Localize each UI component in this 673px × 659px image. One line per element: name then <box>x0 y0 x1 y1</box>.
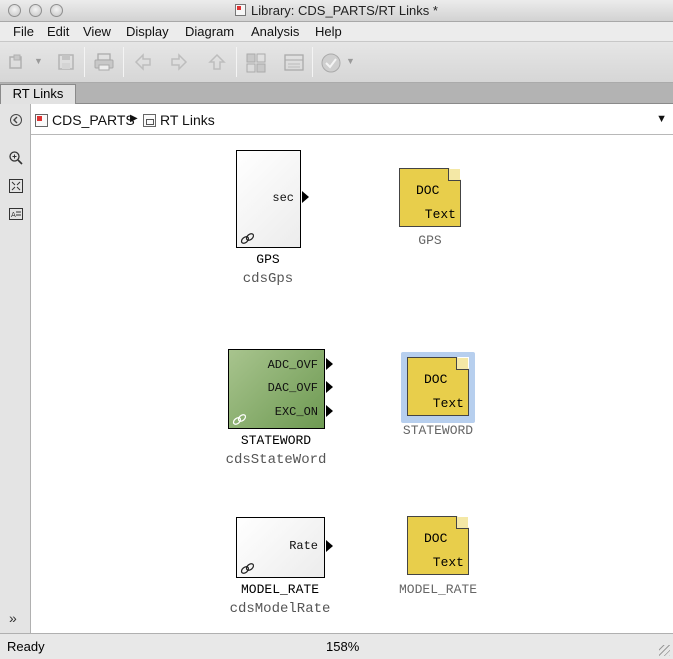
subsystem-icon <box>143 114 156 127</box>
stateword-port-label: DAC_OVF <box>267 381 318 395</box>
model-rate-output-port-icon[interactable] <box>326 540 333 552</box>
library-icon <box>35 114 48 127</box>
doc-bottom-label: Text <box>424 207 456 222</box>
tool-palette: A <box>0 104 31 633</box>
doc-bottom-label: Text <box>432 396 464 411</box>
breadcrumb-dropdown-icon[interactable]: ▼ <box>656 113 667 125</box>
gps-port-label: sec <box>272 191 294 205</box>
model-explorer-icon[interactable] <box>283 52 304 72</box>
window-title-text: Library: CDS_PARTS/RT Links * <box>251 3 438 18</box>
model-rate-block-name: MODEL_RATE <box>240 582 319 597</box>
gps-block[interactable]: sec <box>236 150 301 248</box>
doc-fold-icon <box>456 358 468 370</box>
new-dropdown-icon[interactable]: ▼ <box>34 56 43 66</box>
breadcrumb-root-label: CDS_PARTS <box>52 112 135 128</box>
model-canvas[interactable]: sec GPS cdsGps DOC Text GPS ADC_OVF DAC_… <box>31 135 673 633</box>
menu-diagram[interactable]: Diagram <box>185 24 234 39</box>
gps-doc-name: GPS <box>418 233 442 248</box>
zoom-icon[interactable] <box>8 150 24 166</box>
stateword-block[interactable]: ADC_OVF DAC_OVF EXC_ON <box>228 349 325 429</box>
menu-bar: File Edit View Display Diagram Analysis … <box>0 22 673 42</box>
doc-fold-icon <box>448 169 460 181</box>
tab-rt-links[interactable]: RT Links <box>0 84 76 104</box>
check-dropdown-icon[interactable]: ▼ <box>346 56 355 66</box>
stateword-output-port-icon[interactable] <box>326 381 333 393</box>
save-icon[interactable] <box>56 52 76 72</box>
stateword-output-port-icon[interactable] <box>326 405 333 417</box>
gps-doc-block[interactable]: DOC Text <box>399 168 461 227</box>
library-link-icon <box>232 413 247 426</box>
svg-text:A: A <box>11 211 16 219</box>
check-model-icon[interactable] <box>320 52 341 73</box>
doc-fold-icon <box>456 517 468 529</box>
window-title: Library: CDS_PARTS/RT Links * <box>0 3 673 18</box>
toolbar-separator <box>84 47 85 77</box>
gps-block-type: cdsGps <box>242 271 294 287</box>
model-rate-doc-block[interactable]: DOC Text <box>407 516 469 575</box>
toolbar-separator <box>236 47 237 77</box>
fit-to-view-icon[interactable] <box>8 178 24 194</box>
title-bar: Library: CDS_PARTS/RT Links * <box>0 0 673 22</box>
toolbar-separator <box>312 47 313 77</box>
toolbar: ▼ ▼ <box>0 42 673 83</box>
gps-output-port-icon[interactable] <box>302 191 309 203</box>
doc-bottom-label: Text <box>432 555 464 570</box>
tab-strip: RT Links <box>0 83 673 104</box>
menu-help[interactable]: Help <box>315 24 342 39</box>
annotation-icon[interactable]: A <box>8 206 24 222</box>
doc-top-label: DOC <box>424 372 448 387</box>
toolbar-separator <box>123 47 124 77</box>
stateword-doc-block[interactable]: DOC Text <box>407 357 469 416</box>
stateword-block-type: cdsStateWord <box>225 452 327 468</box>
model-rate-block-type: cdsModelRate <box>229 601 331 617</box>
model-rate-doc-name: MODEL_RATE <box>398 582 477 597</box>
library-icon <box>235 4 247 16</box>
forward-arrow-icon[interactable] <box>169 52 189 72</box>
breadcrumb-separator-icon: ▶ <box>130 113 138 124</box>
stateword-doc-name: STATEWORD <box>402 423 474 438</box>
menu-file[interactable]: File <box>13 24 34 39</box>
hide-explorer-icon[interactable] <box>8 112 24 128</box>
model-rate-block[interactable]: Rate <box>236 517 325 578</box>
stateword-port-label: ADC_OVF <box>267 358 318 372</box>
model-rate-port-label: Rate <box>289 539 318 553</box>
library-link-icon <box>240 562 255 575</box>
menu-view[interactable]: View <box>83 24 111 39</box>
stateword-port-label: EXC_ON <box>274 405 318 419</box>
doc-top-label: DOC <box>424 531 448 546</box>
library-browser-icon[interactable] <box>245 52 266 73</box>
breadcrumb-current[interactable]: RT Links <box>143 112 215 128</box>
expand-palette-icon[interactable]: » <box>9 610 17 626</box>
status-text: Ready <box>7 639 45 654</box>
zoom-level: 158% <box>326 639 360 654</box>
menu-edit[interactable]: Edit <box>47 24 69 39</box>
stateword-block-name: STATEWORD <box>240 433 312 448</box>
menu-analysis[interactable]: Analysis <box>251 24 299 39</box>
menu-display[interactable]: Display <box>126 24 169 39</box>
status-bar: Ready 158% <box>0 633 673 659</box>
resize-grip-icon[interactable] <box>659 645 670 656</box>
doc-top-label: DOC <box>416 183 440 198</box>
gps-block-name: GPS <box>256 252 280 267</box>
print-icon[interactable] <box>93 52 114 72</box>
stateword-output-port-icon[interactable] <box>326 358 333 370</box>
breadcrumb: CDS_PARTS ▶ RT Links ▼ <box>31 104 673 135</box>
library-link-icon <box>240 232 255 245</box>
up-arrow-icon[interactable] <box>207 52 227 72</box>
breadcrumb-root[interactable]: CDS_PARTS <box>35 112 135 128</box>
back-arrow-icon[interactable] <box>133 52 153 72</box>
new-model-icon[interactable] <box>7 52 27 72</box>
breadcrumb-current-label: RT Links <box>160 112 215 128</box>
